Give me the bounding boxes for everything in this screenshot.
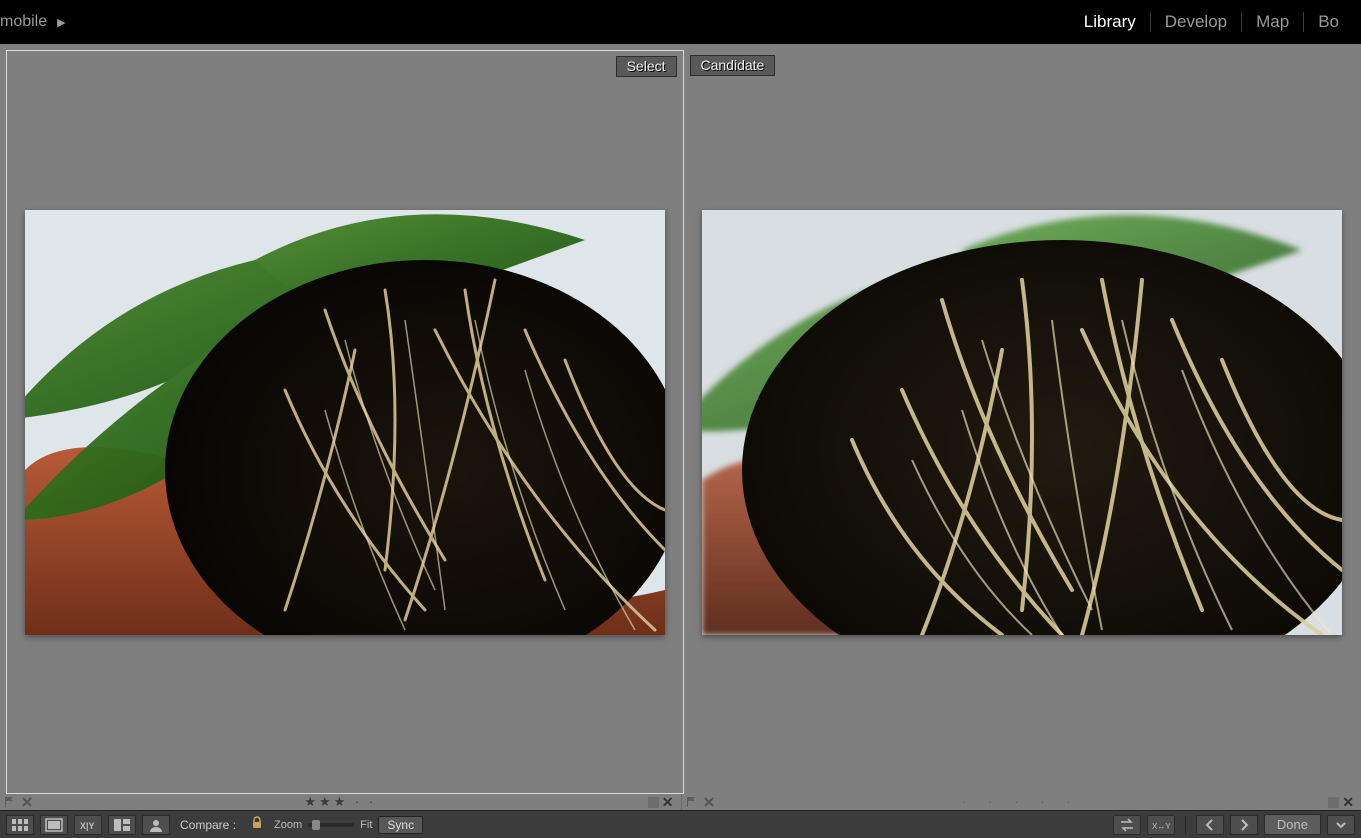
select-info: ★★★ · · ✕ [0,794,681,810]
candidate-badge: Candidate [690,55,776,76]
zoom-slider[interactable] [308,823,354,827]
module-develop[interactable]: Develop [1150,12,1241,32]
compare-label: Compare : [176,818,240,832]
info-strip: ★★★ · · ✕ · · · · · ✕ [0,794,1361,810]
zoom-control: Zoom Fit [274,819,372,831]
select-rating[interactable]: ★★★ · · [304,794,376,810]
candidate-pane[interactable]: Candidate [684,50,1361,794]
grid-view-icon[interactable] [6,815,34,835]
select-remove-icon[interactable]: ✕ [659,794,677,811]
candidate-info: · · · · · ✕ [681,794,1361,810]
module-map[interactable]: Map [1241,12,1303,32]
people-view-icon[interactable] [142,815,170,835]
zoom-label: Zoom [274,819,302,831]
survey-view-icon[interactable] [108,815,136,835]
select-photo[interactable] [25,210,665,635]
crumb-label: mobile [0,13,47,31]
color-label[interactable] [648,797,659,808]
flag-pick-icon[interactable] [682,796,700,808]
flag-pick-icon[interactable] [0,796,18,808]
chevron-right-icon: ▶ [57,16,65,29]
next-icon[interactable] [1230,815,1258,835]
done-button[interactable]: Done [1264,814,1321,835]
select-badge: Select [616,56,677,77]
sync-button[interactable]: Sync [378,816,423,834]
compare-view: Select [0,44,1361,794]
identity-crumb[interactable]: mobile ▶ [0,13,66,31]
prev-icon[interactable] [1196,815,1224,835]
make-select-icon[interactable]: X↔Y [1147,815,1175,835]
compare-view-icon[interactable]: X|Y [74,815,102,835]
candidate-remove-icon[interactable]: ✕ [1339,794,1357,811]
candidate-photo[interactable] [702,210,1342,635]
top-module-bar: mobile ▶ Library Develop Map Bo [0,0,1361,44]
candidate-rating[interactable]: · · · · · [962,797,1080,808]
bottom-toolbar: X|Y Compare : Zoom Fit Sync X↔Y Done [0,810,1361,838]
flag-reject-icon[interactable] [700,796,718,808]
swap-icon[interactable] [1113,815,1141,835]
loupe-view-icon[interactable] [40,815,68,835]
lock-icon[interactable] [246,816,268,833]
fit-label[interactable]: Fit [360,819,372,831]
module-picker: Library Develop Map Bo [1070,12,1353,32]
flag-reject-icon[interactable] [18,796,36,808]
svg-text:X|Y: X|Y [80,821,95,831]
module-library[interactable]: Library [1070,12,1150,32]
divider [1185,816,1186,834]
svg-text:X↔Y: X↔Y [1152,822,1170,831]
color-label[interactable] [1328,797,1339,808]
select-pane[interactable]: Select [6,50,684,794]
module-book[interactable]: Bo [1303,12,1353,32]
chevron-down-icon[interactable] [1327,815,1355,835]
